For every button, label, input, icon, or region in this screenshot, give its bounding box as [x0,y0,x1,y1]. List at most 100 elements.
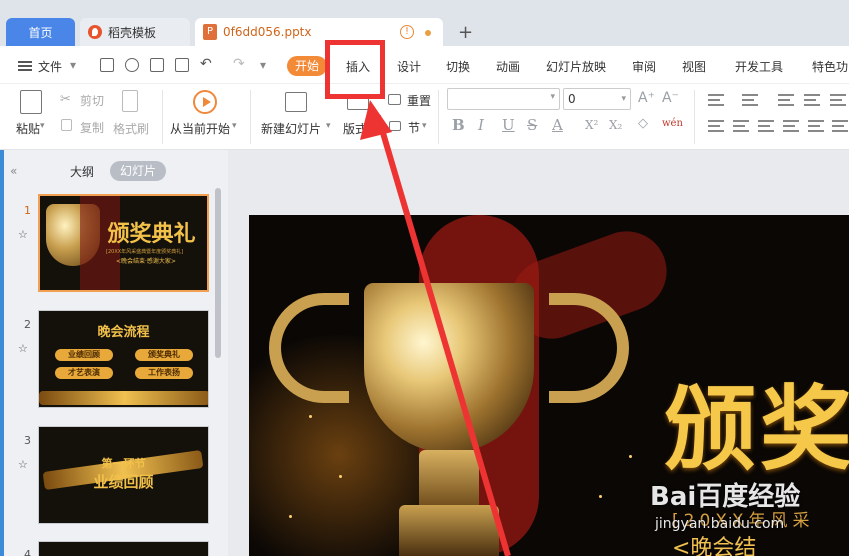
paste-button[interactable]: 粘贴 [16,120,40,137]
trophy-stem-image [419,450,479,510]
slide-thumbnail-3[interactable]: 第一环节 业绩回顾 [38,426,209,524]
text-direction-icon[interactable] [830,94,846,106]
align-left-icon[interactable] [708,120,724,132]
divider [438,90,439,144]
menu-file[interactable]: 文件 [38,58,62,75]
slide-3-subtitle: 业绩回顾 [93,473,154,491]
tab-templates[interactable]: 稻壳模板 [80,18,190,46]
play-icon[interactable] [193,90,217,114]
menu-developer[interactable]: 开发工具 [735,58,783,75]
menu-design[interactable]: 设计 [397,58,421,75]
section-chevron-icon[interactable]: ▾ [422,121,427,131]
underline-button[interactable]: U [502,116,515,134]
menu-animation[interactable]: 动画 [496,58,520,75]
agenda-item: 工作表扬 [135,367,193,379]
decrease-indent-icon[interactable] [778,94,794,106]
new-slide-chevron-icon[interactable]: ▾ [326,121,331,131]
paste-icon[interactable] [20,90,42,114]
warning-icon[interactable]: ! [400,25,414,39]
scissors-icon: ✂ [60,92,71,107]
agenda-item: 颁奖典礼 [135,349,193,361]
align-center-icon[interactable] [733,120,749,132]
font-family-select[interactable]: ▾ [447,88,560,110]
tab-document[interactable]: P 0f6dd056.pptx ! [195,18,443,46]
superscript-button[interactable]: X² [585,118,598,132]
menu-transition[interactable]: 切换 [446,58,470,75]
align-right-icon[interactable] [758,120,774,132]
eraser-icon[interactable]: ◇ [638,116,648,131]
export-icon[interactable] [125,58,139,72]
star-icon: ☆ [18,228,28,241]
section-button[interactable]: 节 [408,119,420,136]
tab-home[interactable]: 首页 [6,18,75,46]
increase-indent-icon[interactable] [804,94,820,106]
reset-icon [388,94,401,105]
slide-3-title: 第一环节 [101,457,146,470]
hamburger-icon[interactable] [18,61,32,71]
new-tab-button[interactable]: + [458,22,473,43]
font-family-chevron-icon: ▾ [550,92,555,102]
reset-button[interactable]: 重置 [407,92,431,109]
save-icon[interactable] [100,58,114,72]
slide-thumbnail-4[interactable] [38,541,209,556]
divider [694,90,695,144]
format-painter-button[interactable]: 格式刷 [113,120,149,137]
customize-chevron-icon[interactable]: ▾ [260,58,266,72]
collapse-panel-button[interactable]: « [10,164,17,178]
layout-button[interactable]: 版式 [343,120,367,137]
bullets-icon[interactable] [708,94,724,106]
agenda-item: 业绩回顾 [55,349,113,361]
redo-icon[interactable]: ↷ [233,56,245,72]
undo-icon[interactable]: ↶ [200,56,212,72]
font-grow-button[interactable]: A⁺ [638,90,655,106]
cut-button[interactable]: 剪切 [80,92,104,109]
paste-chevron-icon[interactable]: ▾ [40,121,45,131]
agenda-item: 才艺表演 [55,367,113,379]
subscript-button[interactable]: X₂ [609,118,622,132]
preview-icon[interactable] [175,58,189,72]
star-icon: ☆ [18,342,28,355]
font-size-select[interactable]: 0 ▾ [563,88,631,110]
chevron-down-icon[interactable]: ▾ [70,58,76,72]
slide-2-title: 晚会流程 [97,325,150,340]
new-slide-icon[interactable] [285,92,307,112]
justify-icon[interactable] [783,120,799,132]
menu-view[interactable]: 视图 [682,58,706,75]
menu-special[interactable]: 特色功 [812,58,848,75]
slide-thumbnail-2[interactable]: 晚会流程 业绩回顾 颁奖典礼 才艺表演 工作表扬 [38,310,209,408]
pptx-file-icon: P [203,24,217,40]
from-current-chevron-icon[interactable]: ▾ [232,121,237,131]
bold-button[interactable]: B [452,116,465,134]
sparkle [289,515,292,518]
star-icon: ☆ [18,458,28,471]
pinyin-button[interactable]: wén [662,118,683,129]
from-current-button[interactable]: 从当前开始 [170,120,230,137]
slide-title: 颁奖 [664,375,849,483]
sparkle [629,455,632,458]
copy-button[interactable]: 复制 [80,119,104,136]
slide-number: 4 [24,548,31,556]
menu-start[interactable]: 开始 [287,56,327,76]
print-icon[interactable] [150,58,164,72]
tab-outline[interactable]: 大纲 [70,163,94,180]
new-slide-button[interactable]: 新建幻灯片 [261,120,321,137]
divider [162,90,163,144]
slide-number: 3 [24,434,31,447]
sparkle [309,415,312,418]
numbering-icon[interactable] [742,94,758,106]
menu-review[interactable]: 审阅 [632,58,656,75]
font-color-button[interactable]: A [552,116,563,134]
slide-1-title: 颁奖典礼 [107,222,196,247]
highlight-box [325,40,385,99]
italic-button[interactable]: I [478,116,484,134]
tab-templates-label: 稻壳模板 [108,25,157,40]
distribute-icon[interactable] [808,120,824,132]
slide-thumbnail-1[interactable]: 颁奖典礼 [20XX年风采盛典暨年度颁奖典礼] <晚会结束·感谢大家> [38,194,209,292]
line-spacing-icon[interactable] [832,120,848,132]
font-shrink-button[interactable]: A⁻ [662,90,679,106]
menu-slideshow[interactable]: 幻灯片放映 [546,58,606,75]
strikethrough-button[interactable]: S [527,116,537,134]
panel-scrollbar[interactable] [215,188,221,358]
ribbon: 粘贴 ▾ ✂ 剪切 复制 格式刷 从当前开始 ▾ 新建幻灯片 ▾ 版式 重置 节… [0,84,849,150]
tab-slides[interactable]: 幻灯片 [110,161,166,181]
